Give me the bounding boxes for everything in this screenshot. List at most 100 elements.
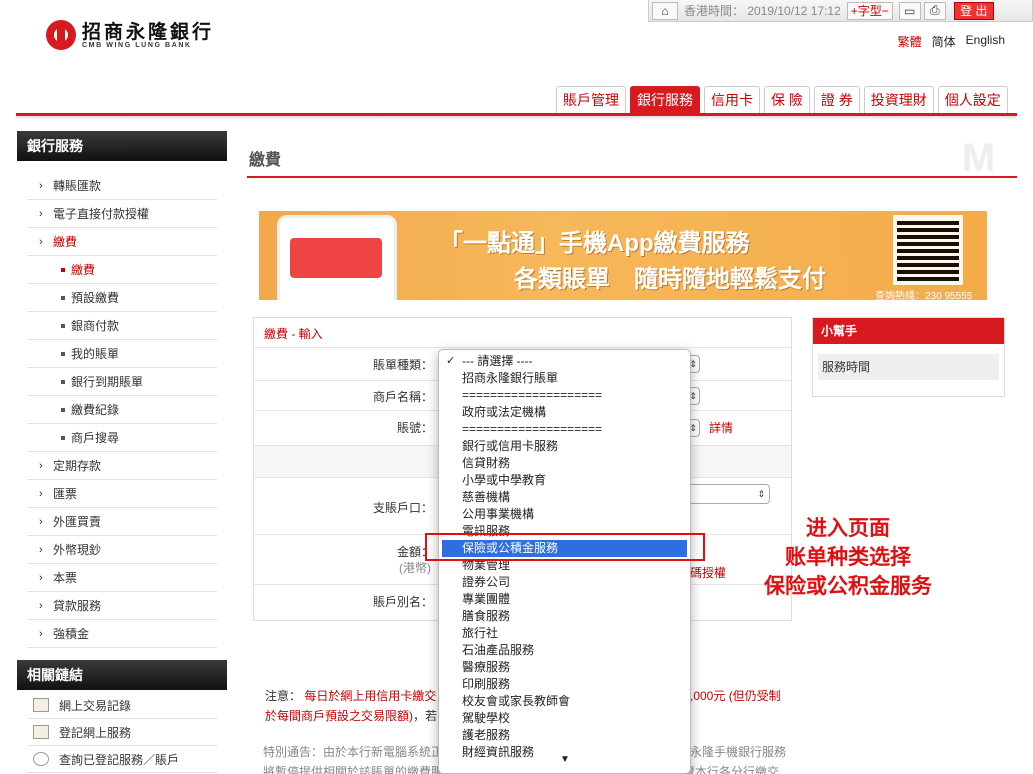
bullet-icon xyxy=(61,351,65,356)
font-size-button[interactable]: + 字型 − xyxy=(846,1,893,20)
banner-subline: 各類賬單 隨時隨地輕鬆支付 xyxy=(514,266,826,293)
currency-unit: (港幣) xyxy=(399,561,431,575)
sidebar-item-time-deposit[interactable]: › 定期存款 xyxy=(27,452,217,480)
dropdown-separator: ==================== xyxy=(462,422,603,436)
sidebar-title: 銀行服務 xyxy=(17,131,227,161)
sidebar-item-loan[interactable]: › 貸款服務 xyxy=(27,592,217,620)
service-hours-link[interactable]: 服務時間 xyxy=(818,354,999,380)
utility-bar: ⌂ 香港時間： 2019/10/12 17:12 + 字型 − ▭ ⎙ 登 出 xyxy=(648,0,1033,22)
dropdown-option[interactable]: 政府或法定機構 xyxy=(439,404,690,421)
tab-credit-card[interactable]: 信用卡 xyxy=(704,86,760,113)
lang-traditional[interactable]: 繁體 xyxy=(898,33,922,50)
link-query-service[interactable]: 查詢已登記服務／賬戶 xyxy=(27,746,217,773)
bullet-icon xyxy=(61,407,65,412)
scroll-down-arrow-icon[interactable]: ▼ xyxy=(560,754,570,765)
promo-banner[interactable]: 「一點通」手機App繳費服務 各類賬單 隨時隨地輕鬆支付 查詢熱綫：230 95… xyxy=(259,211,987,300)
sidebar-item-transfer[interactable]: › 轉賬匯款 xyxy=(27,172,217,200)
debit-account-select[interactable]: ⇕ xyxy=(686,484,770,504)
chevron-right-icon: › xyxy=(39,515,43,528)
bullet-icon xyxy=(61,267,65,272)
minus-icon: − xyxy=(881,3,889,18)
logo-english: CMB WING LUNG BANK xyxy=(82,41,192,49)
dropdown-option[interactable]: 駕駛學校 xyxy=(439,710,690,727)
helper-title: 小幫手 xyxy=(813,318,1004,344)
lang-simplified[interactable]: 简体 xyxy=(932,33,956,50)
tab-insurance[interactable]: 保 險 xyxy=(764,86,810,113)
annotation-highlight-box xyxy=(425,533,705,561)
bill-type-dropdown[interactable]: --- 請選擇 ---- 招商永隆銀行賬單 ==================… xyxy=(438,349,691,774)
sidebar-sub-history[interactable]: 繳費紀錄 xyxy=(27,396,217,424)
font-size-label: 字型 xyxy=(857,4,882,18)
dropdown-option[interactable]: 招商永隆銀行賬單 xyxy=(439,370,690,387)
details-link[interactable]: 詳情 xyxy=(709,419,733,436)
sidebar-item-mpf[interactable]: › 強積金 xyxy=(27,620,217,648)
tab-banking-services[interactable]: 銀行服務 xyxy=(630,86,700,113)
sidebar-sub-preset[interactable]: 預設繳費 xyxy=(27,284,217,312)
dropdown-option[interactable]: 膳食服務 xyxy=(439,608,690,625)
special-notice-right: 永隆手機銀行服務 xyxy=(690,745,787,759)
dropdown-option[interactable]: 銀行或信用卡服務 xyxy=(439,438,690,455)
plus-icon: + xyxy=(850,3,858,18)
dropdown-option[interactable]: 公用事業機構 xyxy=(439,506,690,523)
sidebar-item-draft[interactable]: › 匯票 xyxy=(27,480,217,508)
dropdown-option[interactable]: 印刷服務 xyxy=(439,676,690,693)
dropdown-option[interactable]: 證券公司 xyxy=(439,574,690,591)
code-auth-link[interactable]: 碼授權 xyxy=(690,564,726,581)
related-links-title: 相關鏈結 xyxy=(17,660,227,690)
form-breadcrumb: 繳費 - 輸入 xyxy=(264,327,323,341)
sidebar-item-fx-cash[interactable]: › 外幣現鈔 xyxy=(27,536,217,564)
dropdown-option[interactable]: 信貸財務 xyxy=(439,455,690,472)
bullet-icon xyxy=(61,323,65,328)
dropdown-option[interactable]: 石油產品服務 xyxy=(439,642,690,659)
dropdown-option[interactable]: 慈善機構 xyxy=(439,489,690,506)
sidebar-sub-pay-bill[interactable]: 繳費 xyxy=(27,256,217,284)
print-icon[interactable]: ⎙ xyxy=(923,1,946,20)
main-nav: 賬戶管理 銀行服務 信用卡 保 險 證 券 投資理財 個人設定 xyxy=(556,86,1008,113)
chevron-right-icon: › xyxy=(39,543,43,556)
chevron-right-icon: › xyxy=(39,571,43,584)
tab-account-management[interactable]: 賬戶管理 xyxy=(556,86,626,113)
link-transaction-records[interactable]: 網上交易記錄 xyxy=(27,692,217,719)
helper-panel: 小幫手 服務時間 xyxy=(812,317,1005,397)
sidebar-sub-due-bills[interactable]: 銀行到期賬單 xyxy=(27,368,217,396)
bullet-icon xyxy=(61,295,65,300)
notepad-icon xyxy=(33,698,49,712)
sidebar-sub-merchant-search[interactable]: 商戶搜尋 xyxy=(27,424,217,452)
tab-personal-settings[interactable]: 個人設定 xyxy=(937,86,1008,113)
account-alias-label: 賬戶別名： xyxy=(372,595,433,609)
sidebar-item-edda[interactable]: › 電子直接付款授權 xyxy=(27,200,217,228)
bullet-icon xyxy=(61,435,65,440)
chevron-right-icon: › xyxy=(39,627,43,640)
tab-securities[interactable]: 證 券 xyxy=(813,86,860,113)
dropdown-option[interactable]: 校友會或家長教師會 xyxy=(439,693,690,710)
sidebar-item-cashier-order[interactable]: › 本票 xyxy=(27,564,217,592)
qr-code-icon xyxy=(893,215,963,285)
logo-chinese: 招商永隆銀行 xyxy=(82,20,215,43)
account-label: 支賬戶口： xyxy=(372,501,433,515)
chevron-right-icon: › xyxy=(39,179,43,192)
tab-investment[interactable]: 投資理財 xyxy=(863,86,934,113)
dropdown-option[interactable]: 護老服務 xyxy=(439,727,690,744)
phone-image xyxy=(277,215,397,300)
logout-button[interactable]: 登 出 xyxy=(953,1,994,20)
bank-logo[interactable]: 招商永隆銀行 CMB WING LUNG BANK xyxy=(46,20,214,50)
dropdown-option[interactable]: 旅行社 xyxy=(439,625,690,642)
dropdown-option[interactable]: --- 請選擇 ---- xyxy=(439,353,690,370)
chevron-right-icon: › xyxy=(39,207,43,220)
bullet-icon xyxy=(61,379,65,384)
sidebar-sub-merchant-pay[interactable]: 銀商付款 xyxy=(27,312,217,340)
dropdown-option[interactable]: 專業團體 xyxy=(439,591,690,608)
home-icon[interactable]: ⌂ xyxy=(652,1,678,20)
dropdown-option[interactable]: 小學或中學教育 xyxy=(439,472,690,489)
sidebar-item-fx[interactable]: › 外匯買賣 xyxy=(27,508,217,536)
notice-limit-text: ,000元 (但仍受制 xyxy=(690,689,781,703)
chevron-right-icon: › xyxy=(39,459,43,472)
lang-english[interactable]: English xyxy=(966,33,1005,50)
folder-icon[interactable]: ▭ xyxy=(898,1,921,20)
sidebar-item-bill-payment[interactable]: › 繳費 xyxy=(27,228,217,256)
magnifier-icon xyxy=(33,752,49,766)
link-register-service[interactable]: 登記網上服務 xyxy=(27,719,217,746)
dropdown-option[interactable]: 醫療服務 xyxy=(439,659,690,676)
sidebar-sub-my-bills[interactable]: 我的賬單 xyxy=(27,340,217,368)
related-links: 網上交易記錄 登記網上服務 查詢已登記服務／賬戶 xyxy=(27,692,217,773)
